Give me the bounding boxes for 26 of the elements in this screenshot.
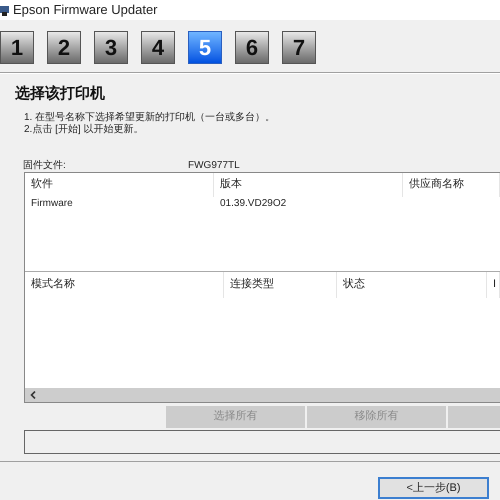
column-header[interactable]: 软件 xyxy=(25,172,214,196)
step-tab[interactable]: 3 xyxy=(94,31,128,64)
table-cell-text: 01.39.VD29O2 xyxy=(219,197,288,211)
instruction-text: 2.点击 [开始] 以开始更新。 xyxy=(24,124,144,136)
page-heading: 选择该打印机 xyxy=(15,84,106,104)
field-label: 固件文件: xyxy=(23,158,67,172)
table-cell-text: Firmware xyxy=(30,197,74,211)
step-tab[interactable]: 6 xyxy=(235,31,269,64)
scroll-left-icon[interactable] xyxy=(30,390,36,398)
column-header[interactable]: 供应商名称 xyxy=(403,172,500,196)
column-header[interactable]: I xyxy=(487,272,500,298)
back-button[interactable]: <上一步(B) xyxy=(378,477,489,499)
column-header[interactable]: 版本 xyxy=(214,172,403,196)
instruction-text: 1. 在型号名称下选择希望更新的打印机（一台或多台）。 xyxy=(24,112,276,124)
column-header[interactable]: 连接类型 xyxy=(224,272,337,298)
step-tab[interactable]: 5 xyxy=(188,31,222,64)
column-header[interactable]: 模式名称 xyxy=(25,272,224,298)
window-title: Epson Firmware Updater xyxy=(13,1,158,20)
step-tab[interactable]: 2 xyxy=(47,31,81,64)
step-tab[interactable]: 4 xyxy=(141,31,175,64)
horizontal-scrollbar[interactable] xyxy=(25,388,500,402)
column-header[interactable]: 状态 xyxy=(337,272,487,298)
printer-icon xyxy=(0,4,9,16)
step-tab[interactable]: 1 xyxy=(0,31,34,64)
step-tab[interactable]: 7 xyxy=(282,31,316,64)
field-value: FWG977TL xyxy=(188,158,240,172)
